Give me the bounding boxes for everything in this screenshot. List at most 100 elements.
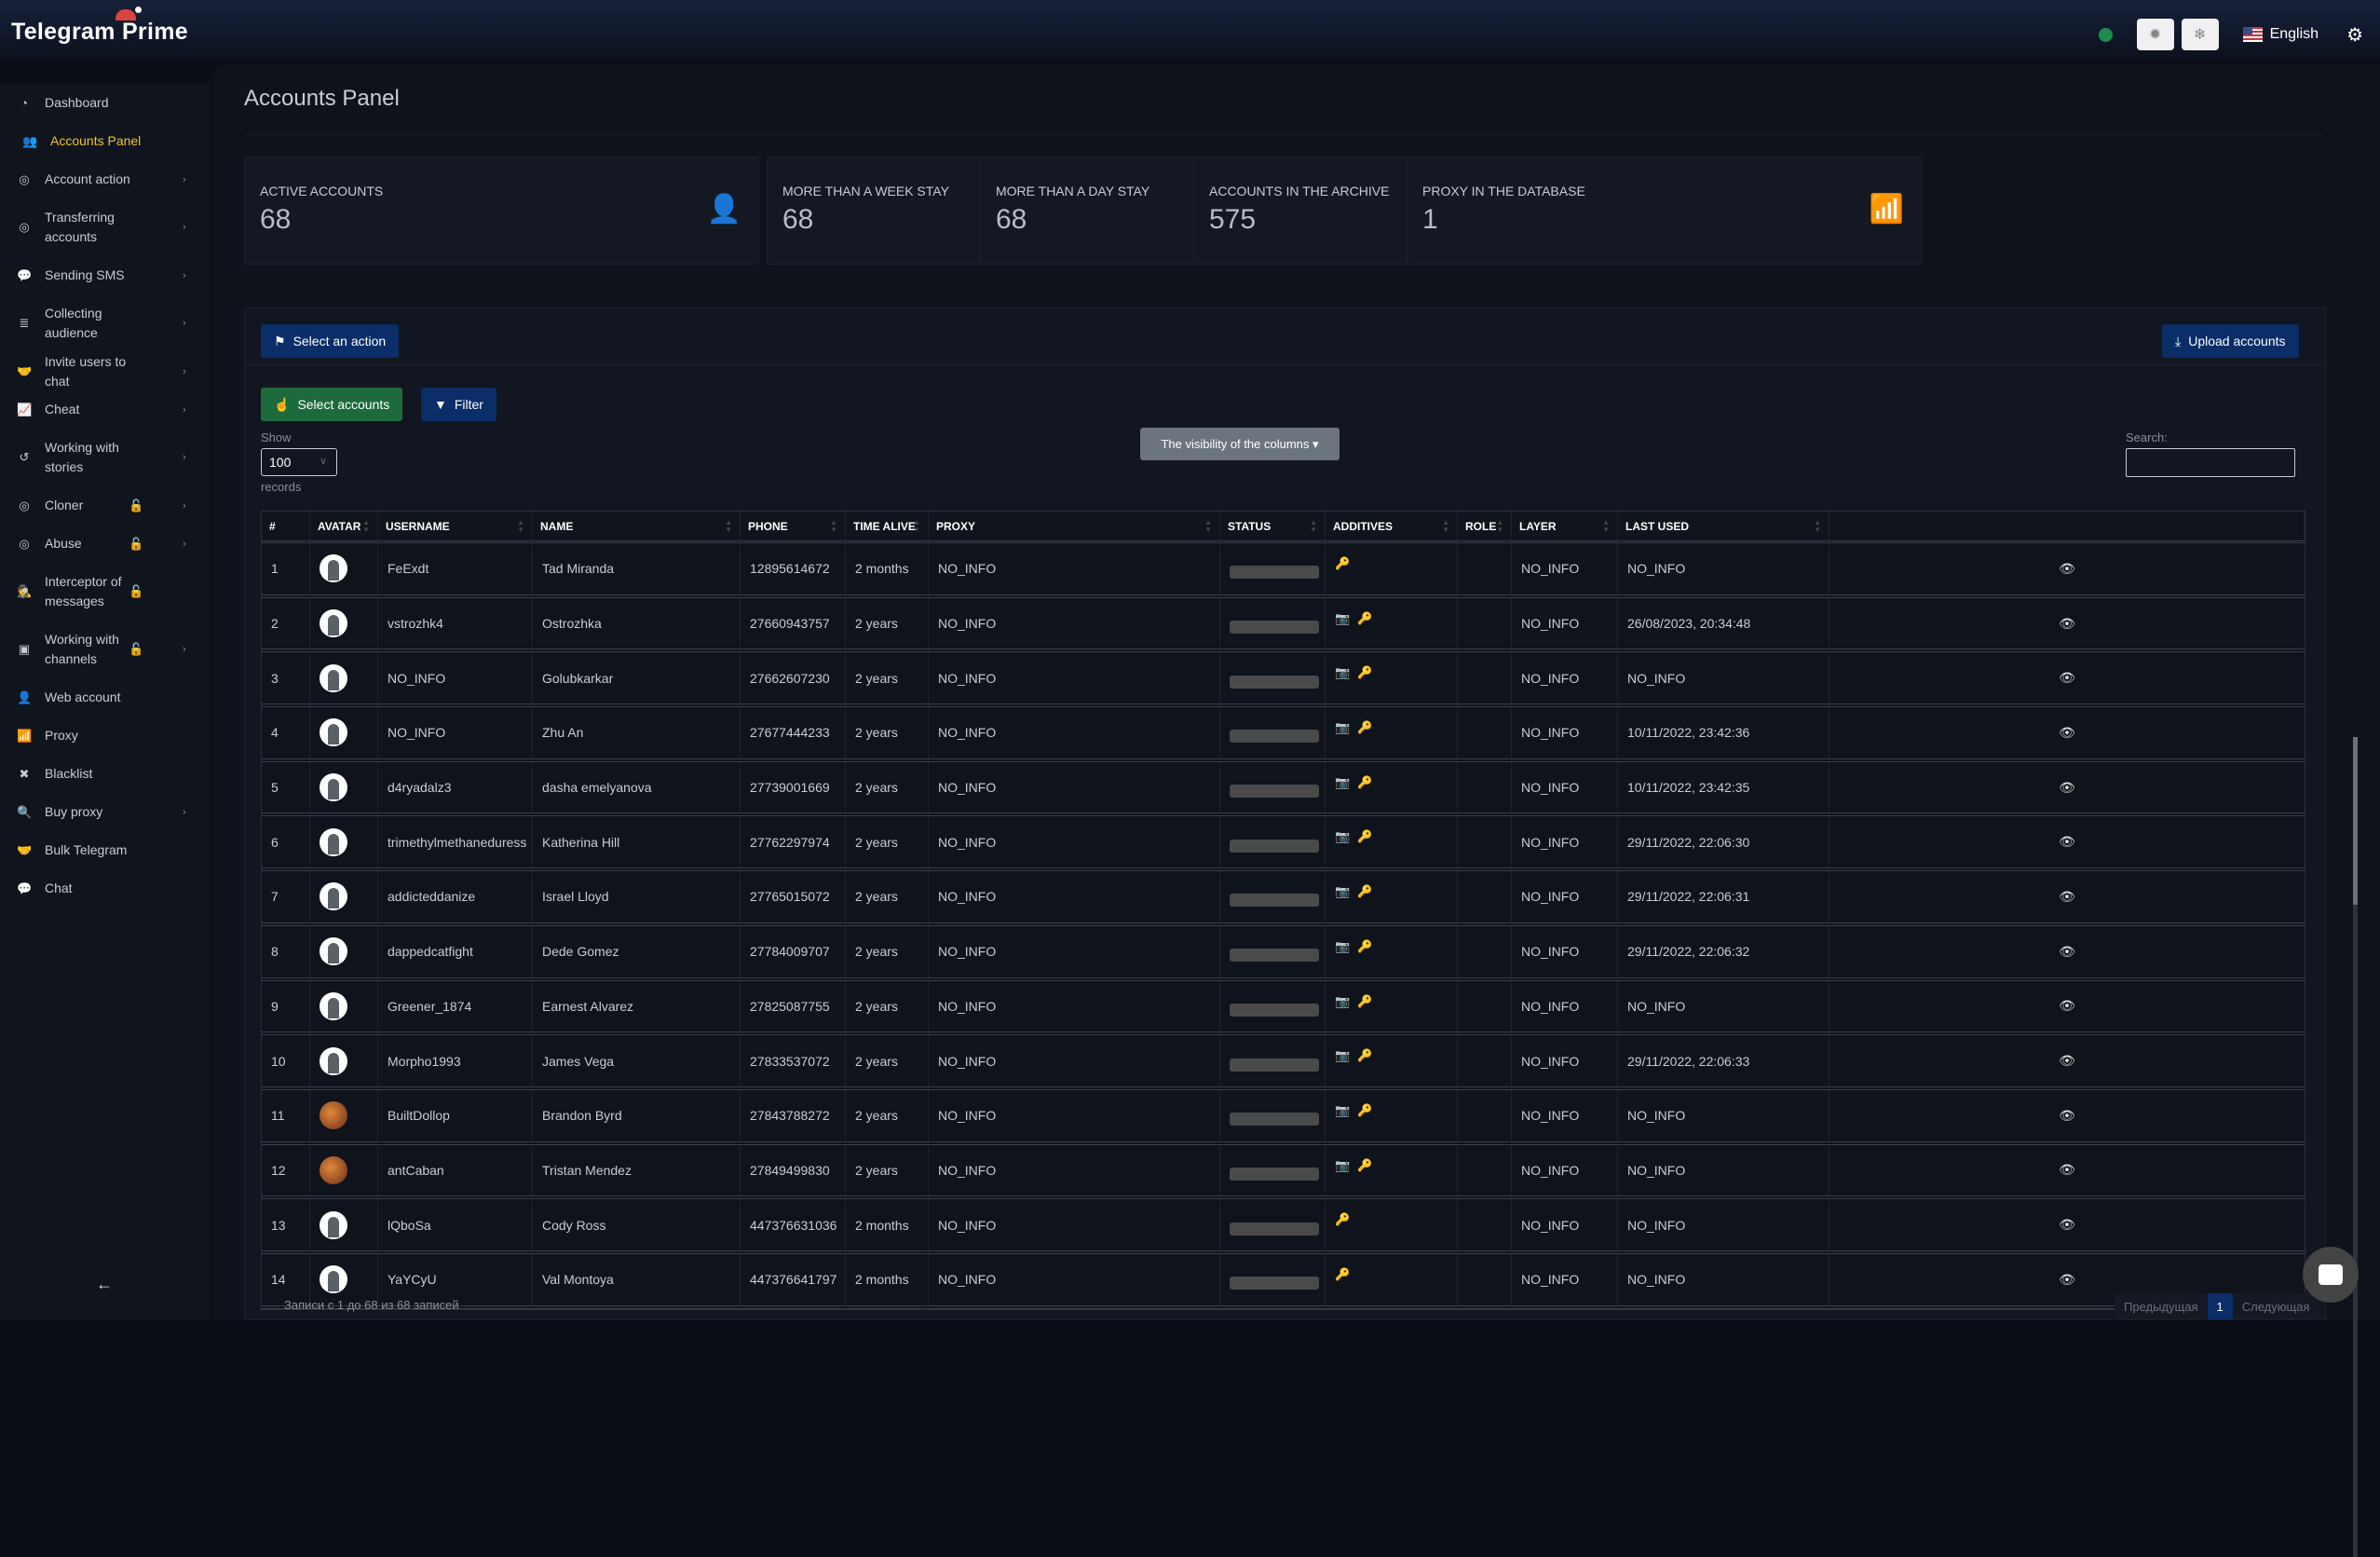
column-header[interactable]: STATUS▲▼ (1220, 512, 1326, 540)
table-row[interactable]: 6trimethylmethaneduressKatherina Hill277… (262, 816, 2305, 871)
sort-arrows-icon[interactable]: ▲▼ (725, 519, 732, 534)
key-icon[interactable]: 🔑 (1335, 1212, 1350, 1227)
sidebar-item-blacklist[interactable]: ✖Blacklist (0, 755, 210, 793)
sidebar-item-web-account[interactable]: 👤Web account (0, 678, 210, 717)
sidebar-item-cloner[interactable]: ◎Cloner🔓› (0, 486, 210, 525)
table-row[interactable]: 9Greener_1874Earnest Alvarez278250877552… (262, 981, 2305, 1036)
key-icon[interactable]: 🔑 (1335, 556, 1350, 571)
camera-icon[interactable]: 📷 (1335, 611, 1350, 626)
table-row[interactable]: 1FeExdtTad Miranda128956146722 monthsNO_… (262, 543, 2305, 598)
table-row[interactable]: 5d4ryadalz3dasha emelyanova277390016692 … (262, 762, 2305, 817)
key-icon[interactable]: 🔑 (1357, 939, 1372, 954)
camera-icon[interactable]: 📷 (1335, 994, 1350, 1009)
sort-arrows-icon[interactable]: ▲▼ (1310, 519, 1317, 534)
camera-icon[interactable]: 📷 (1335, 884, 1350, 899)
sort-arrows-icon[interactable]: ▲▼ (1496, 519, 1503, 534)
page-1-button[interactable]: 1 (2208, 1293, 2233, 1319)
key-icon[interactable]: 🔑 (1357, 1103, 1372, 1118)
table-scrollbar[interactable] (2353, 737, 2358, 1557)
eye-icon[interactable]: 👁 (2059, 834, 2075, 850)
next-page-button[interactable]: Следующая (2233, 1300, 2319, 1314)
column-header[interactable]: LAYER▲▼ (1512, 512, 1618, 540)
collapse-sidebar-arrow-icon[interactable]: ← (96, 1275, 113, 1294)
table-row[interactable]: 12antCabanTristan Mendez278494998302 yea… (262, 1145, 2305, 1200)
camera-icon[interactable]: 📷 (1335, 720, 1350, 735)
sidebar-item-abuse[interactable]: ◎Abuse🔓› (0, 525, 210, 563)
key-icon[interactable]: 🔑 (1357, 775, 1372, 790)
sidebar-item-interceptor-of-messages[interactable]: 🕵Interceptor of messages🔓 (0, 563, 210, 621)
column-header[interactable]: PHONE▲▼ (741, 512, 846, 540)
sidebar-item-working-with-stories[interactable]: ↺Working with stories› (0, 429, 210, 486)
sidebar-item-working-with-channels[interactable]: ▣Working with channels🔓› (0, 621, 210, 678)
sidebar-item-sending-sms[interactable]: 💬Sending SMS› (0, 256, 210, 294)
logo[interactable]: Telegram Prime (11, 19, 188, 46)
sidebar-item-bulk-telegram[interactable]: 🤝Bulk Telegram (0, 831, 210, 869)
sidebar-item-proxy[interactable]: 📶Proxy (0, 717, 210, 755)
camera-icon[interactable]: 📷 (1335, 829, 1350, 844)
eye-icon[interactable]: 👁 (2059, 1053, 2075, 1069)
chat-widget-button[interactable] (2303, 1247, 2359, 1303)
eye-icon[interactable]: 👁 (2059, 1272, 2075, 1288)
camera-icon[interactable]: 📷 (1335, 775, 1350, 790)
sidebar-item-account-action[interactable]: ◎Account action› (0, 160, 210, 198)
column-header[interactable]: ADDITIVES▲▼ (1326, 512, 1458, 540)
filter-button[interactable]: ▼Filter (421, 388, 496, 421)
table-row[interactable]: 11BuiltDollopBrandon Byrd278437882722 ye… (262, 1090, 2305, 1145)
column-header[interactable]: # (262, 512, 310, 540)
camera-icon[interactable]: 📷 (1335, 1103, 1350, 1118)
table-row[interactable]: 3NO_INFOGolubkarkar276626072302 yearsNO_… (262, 652, 2305, 707)
key-icon[interactable]: 🔑 (1357, 665, 1372, 680)
sidebar-item-buy-proxy[interactable]: 🔍Buy proxy› (0, 793, 210, 831)
sidebar-item-invite-users-to-chat[interactable]: 🤝Invite users to chat› (0, 352, 210, 390)
select-accounts-button[interactable]: ☝Select accounts (261, 388, 402, 421)
eye-icon[interactable]: 👁 (2059, 998, 2075, 1014)
winter-theme-button[interactable]: ❄ (2182, 19, 2219, 50)
light-theme-button[interactable]: ✹ (2137, 19, 2174, 50)
column-header[interactable]: ROLE▲▼ (1458, 512, 1512, 540)
upload-accounts-button[interactable]: ⤓Upload accounts (2162, 324, 2299, 358)
column-header[interactable] (1829, 512, 2305, 540)
camera-icon[interactable]: 📷 (1335, 1048, 1350, 1063)
eye-icon[interactable]: 👁 (2059, 1217, 2075, 1233)
key-icon[interactable]: 🔑 (1357, 1158, 1372, 1173)
search-input[interactable] (2126, 448, 2295, 477)
scrollbar-thumb[interactable] (2353, 737, 2358, 905)
sidebar-item-accounts-panel[interactable]: 👥Accounts Panel (0, 122, 210, 160)
language-selector[interactable]: English (2243, 26, 2319, 43)
key-icon[interactable]: 🔑 (1357, 720, 1372, 735)
sidebar-item-transferring-accounts[interactable]: ◎Transferring accounts› (0, 198, 210, 256)
table-row[interactable]: 10Morpho1993James Vega278335370722 years… (262, 1035, 2305, 1090)
eye-icon[interactable]: 👁 (2059, 725, 2075, 741)
eye-icon[interactable]: 👁 (2059, 561, 2075, 577)
eye-icon[interactable]: 👁 (2059, 780, 2075, 796)
camera-icon[interactable]: 📷 (1335, 665, 1350, 680)
eye-icon[interactable]: 👁 (2059, 944, 2075, 960)
sort-arrows-icon[interactable]: ▲▼ (1204, 519, 1212, 534)
sort-arrows-icon[interactable]: ▲▼ (1602, 519, 1610, 534)
eye-icon[interactable]: 👁 (2059, 616, 2075, 632)
column-header[interactable]: LAST USED▲▼ (1618, 512, 1829, 540)
sidebar-item-dashboard[interactable]: ◔Dashboard (0, 84, 210, 122)
key-icon[interactable]: 🔑 (1357, 829, 1372, 844)
table-row[interactable]: 2vstrozhk4Ostrozhka276609437572 yearsNO_… (262, 598, 2305, 653)
sort-arrows-icon[interactable]: ▲▼ (362, 519, 370, 534)
eye-icon[interactable]: 👁 (2059, 1162, 2075, 1178)
table-row[interactable]: 8dappedcatfightDede Gomez277840097072 ye… (262, 926, 2305, 981)
table-row[interactable]: 13lQboSaCody Ross4473766310362 monthsNO_… (262, 1199, 2305, 1254)
column-visibility-dropdown[interactable]: The visibility of the columns ▾ (1140, 428, 1340, 460)
key-icon[interactable]: 🔑 (1357, 884, 1372, 899)
sort-arrows-icon[interactable]: ▲▼ (830, 519, 837, 534)
column-header[interactable]: TIME ALIVE▲▼ (846, 512, 929, 540)
select-action-button[interactable]: ⚑Select an action (261, 324, 399, 358)
sort-arrows-icon[interactable]: ▲▼ (1442, 519, 1449, 534)
key-icon[interactable]: 🔑 (1357, 994, 1372, 1009)
column-header[interactable]: PROXY▲▼ (929, 512, 1220, 540)
sort-arrows-icon[interactable]: ▲▼ (913, 519, 920, 534)
column-header[interactable]: NAME▲▼ (533, 512, 741, 540)
key-icon[interactable]: 🔑 (1357, 611, 1372, 626)
table-row[interactable]: 14YaYCyUVal Montoya4473766417972 monthsN… (262, 1254, 2305, 1309)
sidebar-item-chat[interactable]: 💬Chat (0, 869, 210, 908)
sidebar-item-collecting-audience[interactable]: ≣Collecting audience› (0, 294, 210, 352)
sidebar-item-cheat[interactable]: 📈Cheat› (0, 390, 210, 429)
table-row[interactable]: 4NO_INFOZhu An276774442332 yearsNO_INFO📷… (262, 707, 2305, 762)
